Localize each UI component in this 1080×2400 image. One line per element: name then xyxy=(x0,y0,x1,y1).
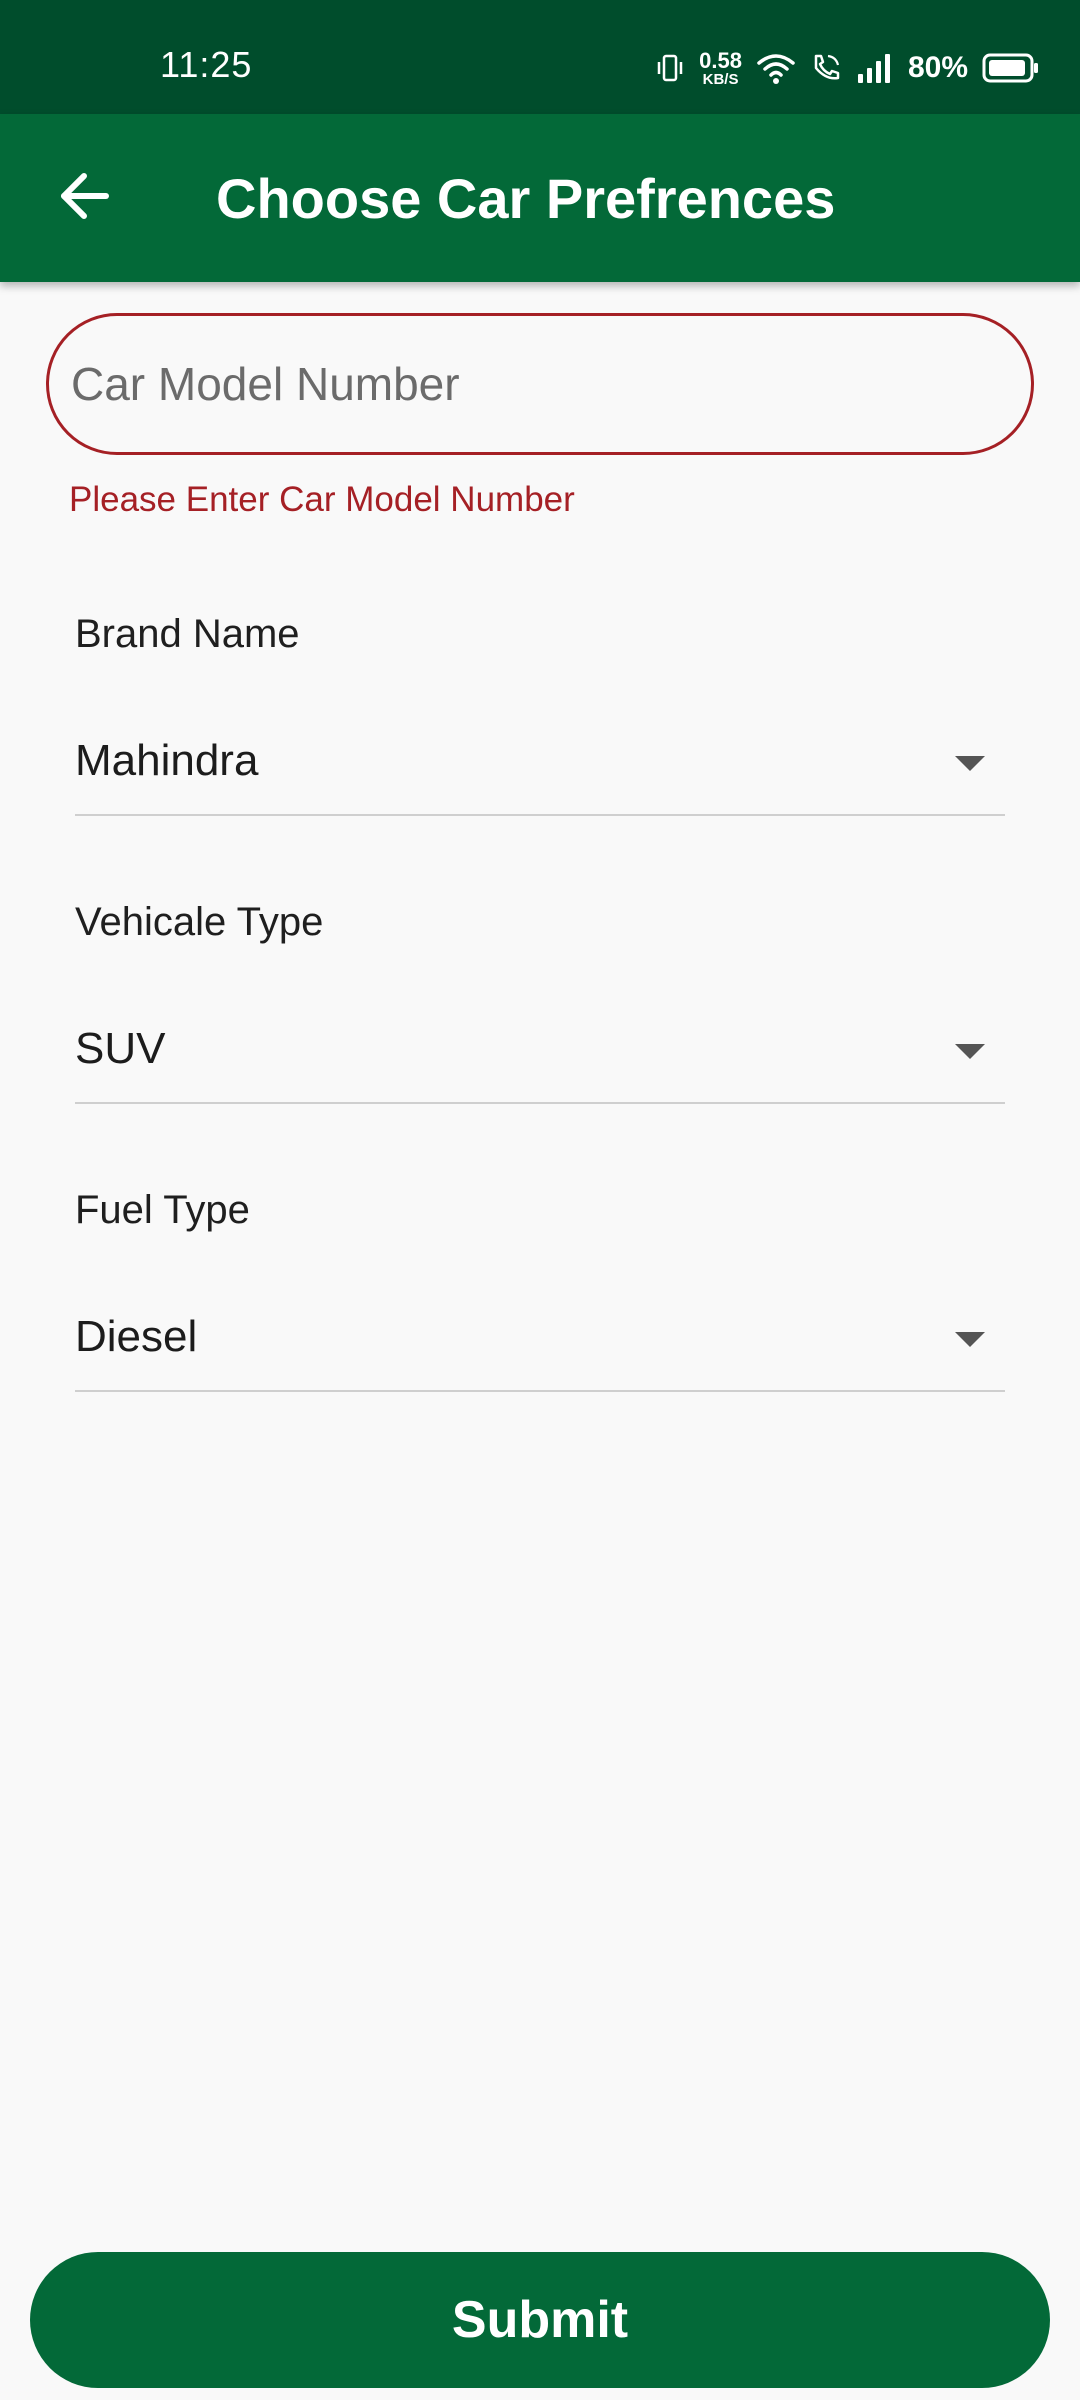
dropdown-arrow-icon xyxy=(955,756,985,771)
status-bar: 11:25 0.58 KB/S 80% xyxy=(0,0,1080,114)
brand-name-label: Brand Name xyxy=(75,612,300,656)
fuel-type-label: Fuel Type xyxy=(75,1188,250,1232)
submit-button[interactable]: Submit xyxy=(30,2252,1050,2388)
car-model-error-text: Please Enter Car Model Number xyxy=(69,480,575,519)
battery-icon xyxy=(982,52,1040,84)
vibrate-icon xyxy=(655,53,685,83)
vehicle-type-dropdown[interactable]: SUV xyxy=(75,1004,1005,1104)
status-time: 11:25 xyxy=(160,44,253,85)
battery-percent: 80% xyxy=(907,51,968,84)
screen: 11:25 0.58 KB/S 80% Choose Car Prefrence… xyxy=(0,0,1080,2400)
wifi-icon xyxy=(756,51,796,85)
app-bar: Choose Car Prefrences xyxy=(0,114,1080,282)
car-model-input-container xyxy=(46,313,1034,455)
vehicle-type-value: SUV xyxy=(75,1024,166,1073)
status-icons: 0.58 KB/S 80% xyxy=(655,46,1040,90)
wifi-calling-icon xyxy=(810,52,842,84)
dropdown-arrow-icon xyxy=(955,1044,985,1059)
net-speed-unit: KB/S xyxy=(702,70,739,88)
brand-name-value: Mahindra xyxy=(75,736,259,785)
back-button[interactable] xyxy=(44,158,124,238)
fuel-type-value: Diesel xyxy=(75,1312,198,1361)
net-speed: 0.58 KB/S xyxy=(699,47,742,88)
car-model-number-input[interactable] xyxy=(49,316,1031,452)
vehicle-type-label: Vehicale Type xyxy=(75,900,324,944)
brand-name-dropdown[interactable]: Mahindra xyxy=(75,716,1005,816)
fuel-type-dropdown[interactable]: Diesel xyxy=(75,1292,1005,1392)
arrow-left-icon xyxy=(56,168,112,229)
net-speed-value: 0.58 xyxy=(699,47,742,73)
signal-icon xyxy=(856,52,894,84)
page-title: Choose Car Prefrences xyxy=(216,167,836,230)
dropdown-arrow-icon xyxy=(955,1332,985,1347)
